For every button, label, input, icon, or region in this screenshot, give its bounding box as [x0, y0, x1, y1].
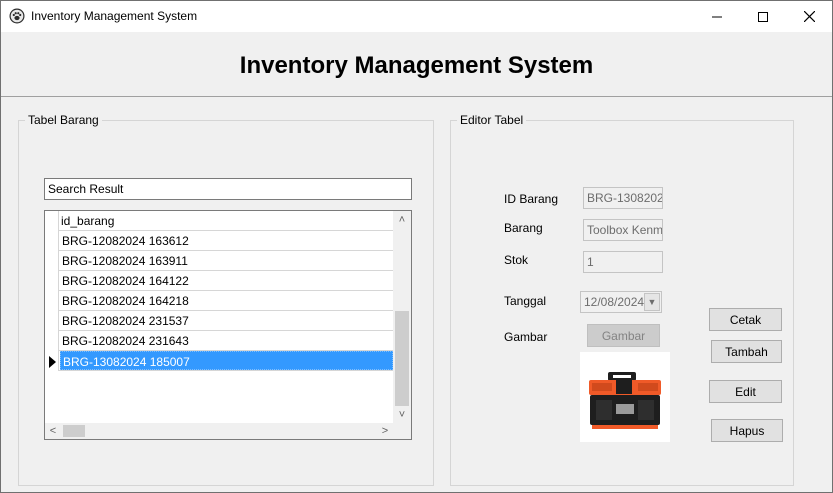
close-button[interactable] [786, 1, 832, 32]
paw-icon [9, 8, 25, 24]
table-cell[interactable]: BRG-13082024 185007 [60, 351, 393, 370]
tanggal-label: Tanggal [504, 294, 547, 308]
row-header[interactable] [45, 251, 59, 271]
scroll-left-icon[interactable]: ˂ [45, 423, 61, 439]
maximize-button[interactable] [740, 1, 786, 32]
stok-label: Stok [504, 253, 529, 267]
current-row-pointer-icon [49, 356, 56, 368]
grid-empty-area [45, 371, 393, 425]
table-row[interactable]: BRG-12082024 163612 [45, 231, 393, 251]
table-row[interactable]: BRG-12082024 164218 [45, 291, 393, 311]
minimize-button[interactable] [694, 1, 740, 32]
barang-field[interactable]: Toolbox Kenm [583, 219, 663, 241]
table-row-selected[interactable]: BRG-13082024 185007 [45, 351, 393, 371]
table-cell[interactable]: BRG-12082024 231643 [60, 331, 393, 350]
table-cell[interactable]: BRG-12082024 231537 [60, 311, 393, 330]
maximize-icon [758, 11, 768, 22]
table-row[interactable]: BRG-12082024 163911 [45, 251, 393, 271]
table-row[interactable]: BRG-12082024 164122 [45, 271, 393, 291]
scroll-down-icon[interactable]: ˅ [393, 406, 411, 423]
tanggal-date-picker[interactable]: 12/08/2024 ▼ [580, 291, 662, 313]
scroll-right-icon[interactable]: ˃ [377, 423, 393, 439]
minimize-icon [712, 16, 722, 17]
row-header[interactable] [45, 271, 59, 291]
barang-grid[interactable]: id_barang BRG-12082024 163612 BRG-120820… [44, 210, 412, 440]
horizontal-scrollbar[interactable]: ˂ ˃ [45, 423, 411, 439]
row-header[interactable] [45, 291, 59, 311]
gambar-label: Gambar [504, 330, 548, 344]
editor-tabel-label: Editor Tabel [457, 113, 527, 127]
row-header[interactable] [45, 351, 59, 371]
tambah-button[interactable]: Tambah [711, 340, 782, 363]
horizontal-scroll-thumb[interactable] [63, 425, 85, 437]
table-row[interactable]: BRG-12082024 231643 [45, 331, 393, 351]
hapus-button[interactable]: Hapus [711, 419, 783, 442]
barang-image [580, 352, 670, 442]
barang-label: Barang [504, 221, 543, 235]
id-barang-field[interactable]: BRG-13082024 [583, 187, 663, 209]
table-cell[interactable]: BRG-12082024 164218 [60, 291, 393, 310]
table-cell[interactable]: BRG-12082024 163911 [60, 251, 393, 270]
vertical-scroll-thumb[interactable] [395, 311, 409, 406]
edit-button[interactable]: Edit [709, 380, 782, 403]
gambar-button[interactable]: Gambar [587, 324, 660, 347]
row-header[interactable] [45, 311, 59, 331]
stok-field[interactable]: 1 [583, 251, 663, 273]
table-cell[interactable]: BRG-12082024 163612 [60, 231, 393, 250]
id-barang-label: ID Barang [504, 192, 559, 206]
toolbox-image [589, 372, 661, 429]
title-bar: Inventory Management System [1, 1, 832, 32]
tabel-barang-label: Tabel Barang [25, 113, 102, 127]
grid-corner [45, 211, 59, 231]
search-input[interactable]: Search Result [44, 178, 412, 200]
column-header-id-barang[interactable]: id_barang [61, 214, 114, 228]
row-header[interactable] [45, 331, 59, 351]
scroll-up-icon[interactable]: ˄ [393, 211, 411, 228]
table-row[interactable]: BRG-12082024 231537 [45, 311, 393, 331]
vertical-scrollbar[interactable]: ˄ ˅ [393, 211, 411, 423]
page-title: Inventory Management System [239, 52, 594, 79]
app-window: Inventory Management System Inventory Ma… [0, 0, 833, 493]
header-band: Inventory Management System [1, 32, 832, 97]
grid-rows: BRG-12082024 163612 BRG-12082024 163911 … [45, 231, 393, 371]
window-title: Inventory Management System [31, 9, 198, 23]
close-icon [803, 11, 815, 22]
table-cell[interactable]: BRG-12082024 164122 [60, 271, 393, 290]
row-header[interactable] [45, 231, 59, 251]
grid-header: id_barang [45, 211, 393, 231]
chevron-down-icon[interactable]: ▼ [644, 293, 660, 311]
cetak-button[interactable]: Cetak [709, 308, 782, 331]
tanggal-value: 12/08/2024 [584, 295, 645, 309]
